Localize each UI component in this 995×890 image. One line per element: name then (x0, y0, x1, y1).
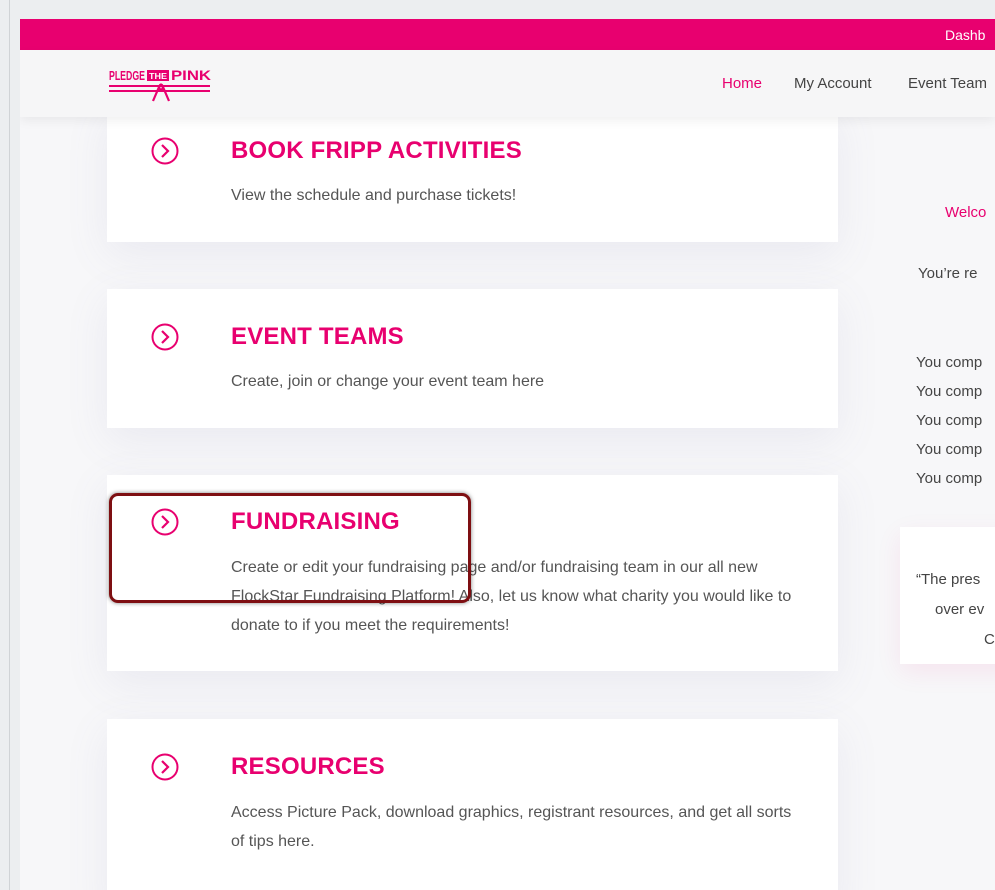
quote-card: “The pres over ev C (900, 527, 995, 664)
card-resources: RESOURCES Access Picture Pack, download … (107, 719, 838, 890)
nav-my-account[interactable]: My Account (794, 75, 872, 92)
page: Dashb PLEDGE THE PINK Home My Account Ev… (20, 19, 995, 890)
card-description: Create, join or change your event team h… (231, 373, 545, 390)
fundraising-highlight-box (109, 493, 471, 603)
circle-chevron-right-icon[interactable] (151, 753, 179, 781)
completed-line: You comp (916, 412, 983, 429)
svg-text:PINK: PINK (171, 67, 211, 83)
right-column: Welco You’re re You comp You comp You co… (900, 117, 995, 890)
top-bar: Dashb (20, 19, 995, 50)
completed-line: You comp (916, 470, 983, 487)
quote-line: “The pres (916, 571, 981, 588)
registered-text: You’re re (918, 265, 978, 282)
card-title[interactable]: EVENT TEAMS (231, 323, 404, 351)
completed-line: You comp (916, 441, 983, 458)
svg-text:PLEDGE: PLEDGE (109, 68, 145, 83)
completed-line: You comp (916, 354, 983, 371)
dashboard-link[interactable]: Dashb (945, 27, 985, 43)
card-description: Access Picture Pack, download graphics, … (231, 804, 792, 850)
svg-text:THE: THE (149, 72, 168, 81)
card-book-fripp-activities: BOOK FRIPP ACTIVITIES View the schedule … (107, 107, 838, 242)
completed-line: You comp (916, 383, 983, 400)
card-title[interactable]: BOOK FRIPP ACTIVITIES (231, 137, 522, 165)
card-event-teams: EVENT TEAMS Create, join or change your … (107, 289, 838, 428)
quote-line: C (984, 631, 995, 648)
welcome-text: Welco (945, 204, 987, 221)
card-description: View the schedule and purchase tickets! (231, 187, 517, 204)
site-header: PLEDGE THE PINK Home My Account Event Te… (20, 50, 995, 117)
circle-chevron-right-icon[interactable] (151, 137, 179, 165)
nav-home[interactable]: Home (722, 75, 762, 92)
left-divider (9, 0, 10, 890)
quote-line: over ev (935, 601, 985, 618)
nav-event-teams[interactable]: Event Team (908, 75, 987, 92)
pledge-the-pink-logo[interactable]: PLEDGE THE PINK (109, 65, 214, 103)
circle-chevron-right-icon[interactable] (151, 323, 179, 351)
card-title[interactable]: RESOURCES (231, 753, 385, 781)
